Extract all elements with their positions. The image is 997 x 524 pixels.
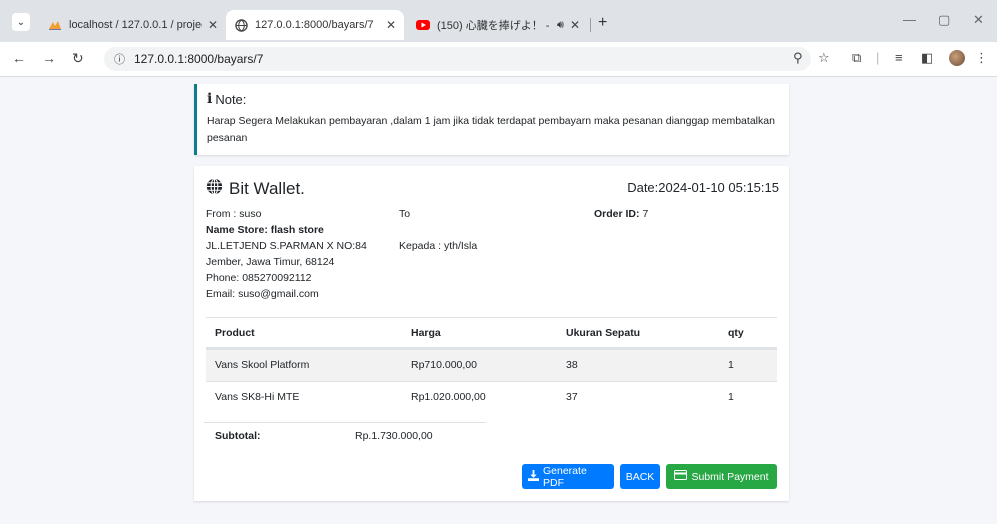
extensions-icon[interactable]: ⧉: [852, 50, 861, 66]
address-line-2: Jember, Jawa Timur, 68124: [206, 256, 335, 268]
order-items-table: Product Harga Ukuran Sepatu qty Vans Sko…: [206, 317, 777, 413]
cell-ukuran: 38: [566, 359, 578, 371]
order-info: Order ID: 7: [594, 206, 648, 222]
minimize-icon[interactable]: —: [903, 12, 916, 27]
store-name: Name Store: flash store: [206, 224, 324, 236]
download-icon: [528, 469, 539, 484]
back-button[interactable]: BACK: [620, 464, 660, 489]
tab-title: localhost / 127.0.0.1 / project_2: [69, 19, 202, 31]
tab-search-chevron-icon[interactable]: ⌄: [12, 13, 30, 31]
new-tab-plus-icon[interactable]: +: [598, 14, 607, 32]
header-ukuran: Ukuran Sepatu: [566, 327, 641, 339]
table-header: Product Harga Ukuran Sepatu qty: [206, 317, 777, 349]
close-icon[interactable]: ✕: [386, 18, 396, 32]
close-icon[interactable]: ✕: [570, 18, 580, 32]
address-toolbar: ← → ↻ ⓘ 127.0.0.1:8000/bayars/7 ⚲ ☆ ⧉ | …: [0, 42, 997, 77]
email: Email: suso@gmail.com: [206, 288, 319, 300]
tab-title: 127.0.0.1:8000/bayars/7: [255, 19, 374, 31]
url-bar[interactable]: ⓘ 127.0.0.1:8000/bayars/7: [104, 47, 811, 71]
note-heading: i Note:: [207, 91, 779, 107]
close-icon[interactable]: ✕: [208, 18, 218, 32]
header-product: Product: [215, 327, 255, 339]
table-row: Vans Skool Platform Rp710.000,00 38 1: [206, 349, 777, 381]
to-recipient: Kepada : yth/Isla: [399, 240, 478, 252]
tab-separator: [590, 18, 591, 32]
back-label: BACK: [625, 470, 655, 483]
cell-harga: Rp710.000,00: [411, 359, 477, 371]
header-qty: qty: [728, 327, 744, 339]
to-label: To: [399, 208, 411, 220]
cell-product: Vans Skool Platform: [215, 359, 310, 371]
address-line-1: JL.LETJEND S.PARMAN X NO:84: [206, 240, 367, 252]
subtotal-divider: [204, 422, 486, 423]
order-id-label: Order ID:: [594, 208, 640, 220]
site-info-icon[interactable]: ⓘ: [114, 51, 125, 67]
to-address: To Kepada : yth/Isla: [399, 206, 477, 254]
globe-favicon-icon: [234, 18, 248, 32]
invoice-card: Bit Wallet. Date:2024-01-10 05:15:15 Fro…: [194, 166, 789, 501]
tab-phpmyadmin[interactable]: localhost / 127.0.0.1 / project_2 ✕: [40, 10, 226, 40]
youtube-favicon-icon: [416, 18, 430, 32]
invoice-brand: Bit Wallet.: [206, 178, 305, 200]
bookmark-star-icon[interactable]: ☆: [818, 50, 830, 66]
browser-tab-strip: ⌄ localhost / 127.0.0.1 / project_2 ✕ 12…: [0, 0, 997, 42]
note-title: Note:: [215, 91, 247, 107]
brand-name: Bit Wallet.: [229, 179, 305, 198]
audio-playing-icon[interactable]: 🔊︎: [557, 19, 564, 32]
window-close-icon[interactable]: ✕: [973, 12, 984, 28]
phpmyadmin-favicon-icon: [48, 18, 62, 32]
table-row: Vans SK8-Hi MTE Rp1.020.000,00 37 1: [206, 381, 777, 413]
browser-menu-icon[interactable]: ⋮: [975, 50, 988, 66]
reload-icon[interactable]: ↻: [72, 50, 84, 67]
from-address: From : suso Name Store: flash store JL.L…: [206, 206, 367, 302]
forward-arrow-icon[interactable]: →: [42, 50, 56, 66]
profile-avatar[interactable]: [949, 50, 965, 66]
header-harga: Harga: [411, 327, 441, 339]
reading-list-icon[interactable]: ≡: [895, 50, 903, 65]
cell-harga: Rp1.020.000,00: [411, 391, 486, 403]
note-text: Harap Segera Melakukan pembayaran ,dalam…: [207, 115, 775, 144]
cell-ukuran: 37: [566, 391, 578, 403]
invoice-date: Date:2024-01-10 05:15:15: [627, 180, 779, 195]
info-icon: i: [207, 91, 213, 107]
tab-title: (150) 心臓を捧げよ！ - YouTu: [437, 20, 553, 32]
generate-pdf-label: Generate PDF: [543, 464, 587, 489]
phone: Phone: 085270092112: [206, 272, 312, 284]
tab-youtube[interactable]: (150) 心臓を捧げよ！ - YouTu 🔊︎ ✕: [408, 10, 588, 40]
subtotal-label: Subtotal:: [215, 430, 261, 442]
cell-qty: 1: [728, 359, 734, 371]
url-text[interactable]: 127.0.0.1:8000/bayars/7: [134, 52, 263, 66]
cell-qty: 1: [728, 391, 734, 403]
zoom-icon[interactable]: ⚲: [793, 50, 803, 66]
credit-card-icon: [674, 470, 688, 483]
globe-icon: [206, 178, 223, 200]
submit-payment-label: Submit Payment: [691, 470, 769, 483]
back-arrow-icon[interactable]: ←: [12, 50, 26, 66]
tab-bayars[interactable]: 127.0.0.1:8000/bayars/7 ✕: [226, 10, 404, 40]
toolbar-divider: |: [876, 50, 880, 65]
submit-payment-button[interactable]: Submit Payment: [666, 464, 777, 489]
restore-icon[interactable]: ▢: [938, 12, 950, 28]
generate-pdf-button[interactable]: Generate PDF: [522, 464, 614, 489]
payment-note-callout: i Note: Harap Segera Melakukan pembayara…: [194, 84, 789, 155]
side-panel-icon[interactable]: ◧: [921, 50, 933, 66]
order-id-value: 7: [642, 208, 649, 220]
cell-product: Vans SK8-Hi MTE: [215, 391, 300, 403]
from-name: From : suso: [206, 208, 262, 220]
subtotal-value: Rp.1.730.000,00: [355, 430, 433, 442]
